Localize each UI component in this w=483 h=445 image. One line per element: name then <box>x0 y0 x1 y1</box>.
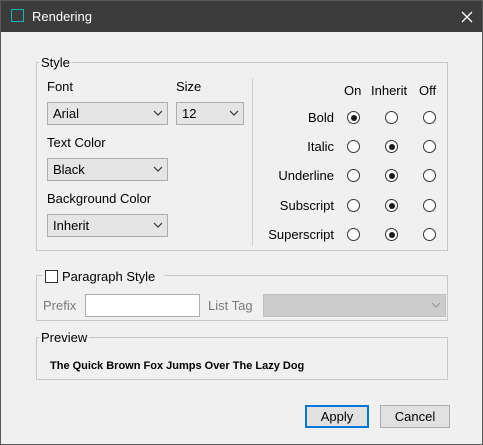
title-bar[interactable]: Rendering <box>1 1 482 32</box>
italic-inherit-radio[interactable] <box>385 140 398 153</box>
column-header-inherit: Inherit <box>371 83 408 98</box>
text-color-label: Text Color <box>47 135 106 150</box>
background-color-select[interactable]: Inherit <box>47 214 168 237</box>
attribute-label-subscript: Subscript <box>279 198 334 213</box>
background-color-select-value: Inherit <box>53 218 90 233</box>
cancel-button[interactable]: Cancel <box>380 405 450 428</box>
preview-text: The Quick Brown Fox Jumps Over The Lazy … <box>50 360 305 372</box>
chevron-down-icon <box>229 110 239 116</box>
app-icon <box>11 9 24 22</box>
subscript-off-radio[interactable] <box>423 199 436 212</box>
subscript-on-radio[interactable] <box>347 199 360 212</box>
close-icon <box>461 11 473 22</box>
preview-legend: Preview <box>41 330 88 345</box>
style-legend: Style <box>41 55 70 70</box>
chevron-down-icon <box>153 110 163 116</box>
attribute-label-superscript: Superscript <box>268 227 334 242</box>
column-header-on: On <box>344 83 362 98</box>
attribute-label-bold: Bold <box>307 110 334 125</box>
underline-off-radio[interactable] <box>423 169 436 182</box>
bold-off-radio[interactable] <box>423 111 436 124</box>
prefix-input[interactable] <box>85 294 200 317</box>
rendering-dialog: Rendering Style Font Arial Size 12 Text … <box>0 0 483 445</box>
window-title: Rendering <box>32 9 92 24</box>
chevron-down-icon <box>153 222 163 228</box>
font-select-value: Arial <box>53 106 80 121</box>
size-select-value: 12 <box>182 106 197 121</box>
dialog-body: Style Font Arial Size 12 Text Color Blac… <box>1 32 482 444</box>
superscript-off-radio[interactable] <box>423 228 436 241</box>
text-color-select-value: Black <box>53 162 85 177</box>
chevron-down-icon <box>153 166 163 172</box>
list-tag-label: List Tag <box>208 298 253 313</box>
close-button[interactable] <box>452 1 482 32</box>
paragraph-style-checkbox[interactable] <box>45 270 58 283</box>
list-tag-select[interactable] <box>263 294 446 317</box>
paragraph-style-header: Paragraph Style <box>42 268 164 286</box>
underline-on-radio[interactable] <box>347 169 360 182</box>
paragraph-style-label[interactable]: Paragraph Style <box>62 269 155 284</box>
underline-inherit-radio[interactable] <box>385 169 398 182</box>
italic-on-radio[interactable] <box>347 140 360 153</box>
size-select[interactable]: 12 <box>176 102 244 125</box>
attribute-label-italic: Italic <box>307 139 334 154</box>
bold-on-radio[interactable] <box>347 111 360 124</box>
prefix-label: Prefix <box>43 298 77 313</box>
style-divider <box>252 78 253 246</box>
superscript-on-radio[interactable] <box>347 228 360 241</box>
apply-button[interactable]: Apply <box>305 405 369 428</box>
font-select[interactable]: Arial <box>47 102 168 125</box>
text-color-select[interactable]: Black <box>47 158 168 181</box>
subscript-inherit-radio[interactable] <box>385 199 398 212</box>
preview-group: Preview <box>36 330 448 380</box>
bold-inherit-radio[interactable] <box>385 111 398 124</box>
background-color-label: Background Color <box>47 191 152 206</box>
column-header-off: Off <box>419 83 437 98</box>
superscript-inherit-radio[interactable] <box>385 228 398 241</box>
italic-off-radio[interactable] <box>423 140 436 153</box>
font-label: Font <box>47 79 74 94</box>
attribute-label-underline: Underline <box>278 168 334 183</box>
chevron-down-icon <box>431 302 441 308</box>
size-label: Size <box>176 79 202 94</box>
